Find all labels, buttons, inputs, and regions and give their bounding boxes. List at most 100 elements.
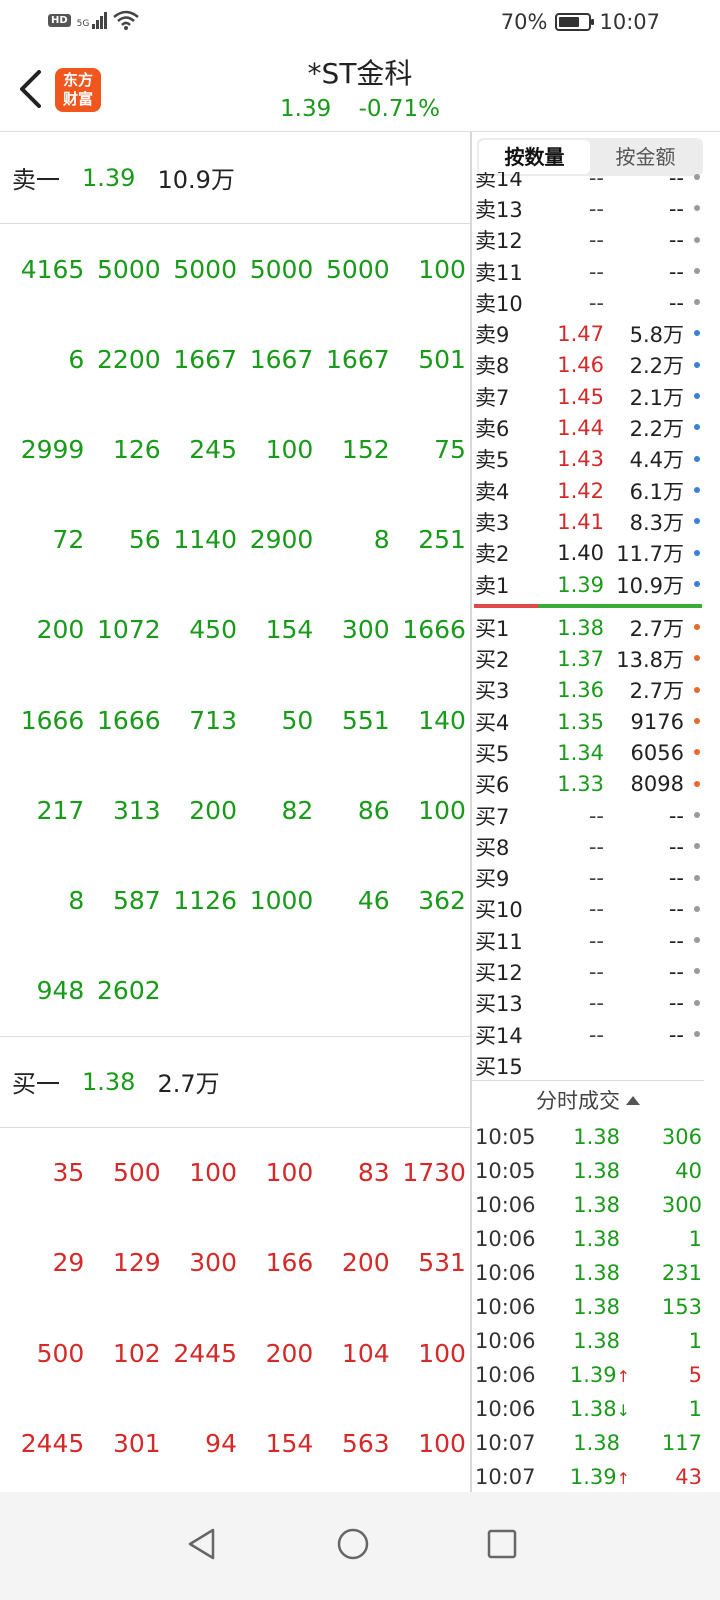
trade-price: 1.38 <box>573 1193 620 1217</box>
trade-row: 10:06 1.38↓ 1 <box>472 1392 704 1426</box>
trades-header[interactable]: 分时成交 <box>472 1080 704 1120</box>
order-qty: 140 <box>418 705 466 735</box>
trade-price-cell: 1.38 <box>542 1329 630 1353</box>
trade-price-cell: 1.39↑ <box>542 1465 630 1489</box>
level-price: -- <box>588 991 604 1016</box>
level-volume: 13.8万 <box>616 648 684 673</box>
order-qty: 100 <box>189 1158 237 1188</box>
level-dot-icon <box>694 549 700 556</box>
bid-row: 买15 <box>472 1050 704 1080</box>
order-qty: 1730 <box>402 1158 466 1188</box>
order-qty: 100 <box>418 795 466 825</box>
ask-row: 卖10 -- -- <box>472 287 704 318</box>
level-label: 卖13 <box>475 197 523 222</box>
level-label: 买13 <box>475 992 523 1017</box>
stock-header: 东方 财富 *ST金科 1.39 -0.71% <box>0 46 720 132</box>
nav-recents-button[interactable] <box>472 1514 532 1574</box>
ask-order-list: 4165 5000 5000 5000 5000 100 6 2200 1667 1667 1667… <box>0 224 470 1036</box>
level-dot-icon <box>694 655 700 662</box>
trade-volume: 43 <box>675 1465 702 1489</box>
recents-square-icon <box>487 1529 517 1559</box>
order-qty: 200 <box>341 1248 390 1278</box>
order-qty: 1072 <box>97 615 161 645</box>
order-book[interactable]: 卖14 -- -- 卖13 -- -- 卖12 -- -- 卖11 -- -- 卖10 -- -- 卖9 1.4… <box>472 172 704 1080</box>
stock-name: *ST金科 <box>307 57 413 90</box>
ask-level-price: 1.39 <box>82 163 136 192</box>
order-queue-panel[interactable]: 卖一 1.39 10.9万 4165 5000 5000 5000 5000 100 6 22… <box>0 132 470 1492</box>
order-line: 29 129 300 166 200 531 <box>8 1218 466 1308</box>
order-qty: 450 <box>189 615 237 645</box>
tab-by-amount[interactable]: 按金额 <box>590 140 701 174</box>
ask-row: 卖8 1.46 2.2万 <box>472 350 704 381</box>
level-price: -- <box>588 834 604 859</box>
trade-price-cell: 1.38 <box>542 1295 630 1319</box>
battery-icon <box>555 13 595 31</box>
level-label: 买4 <box>475 710 510 735</box>
stock-quote: 1.39 -0.71% <box>0 96 720 122</box>
trade-list[interactable]: 10:05 1.38 306 10:05 1.38 40 10:06 1.38 300 10:06… <box>472 1120 704 1492</box>
trade-row: 10:07 1.38 117 <box>472 1426 704 1460</box>
bid-row: 买7 -- -- <box>472 800 704 831</box>
order-qty: 5000 <box>97 254 161 284</box>
nav-back-button[interactable] <box>172 1514 232 1574</box>
level-price: 1.41 <box>557 509 604 534</box>
level-volume: -- <box>668 866 684 891</box>
level-volume: 9176 <box>630 709 684 734</box>
bid-row: 买6 1.33 8098 <box>472 769 704 800</box>
level-label: 卖6 <box>475 417 510 442</box>
level-dot-icon <box>694 874 700 881</box>
bid-row: 买5 1.34 6056 <box>472 737 704 768</box>
level-price: 1.39 <box>557 572 604 597</box>
level-label: 卖5 <box>475 448 510 473</box>
order-qty: 500 <box>36 1338 85 1368</box>
order-qty: 154 <box>265 1428 314 1458</box>
wifi-icon <box>113 10 140 30</box>
order-qty: 713 <box>189 705 237 735</box>
order-qty: 1667 <box>173 344 237 374</box>
level-dot-icon <box>694 999 700 1006</box>
level-price: 1.34 <box>557 740 604 765</box>
trade-volume: 40 <box>675 1159 702 1183</box>
trade-price-cell: 1.38 <box>542 1261 630 1285</box>
nav-home-button[interactable] <box>323 1514 383 1574</box>
trade-row: 10:06 1.38 1 <box>472 1222 704 1256</box>
system-nav-bar <box>0 1492 720 1600</box>
order-qty: 5000 <box>173 254 237 284</box>
level-volume: -- <box>668 834 684 859</box>
home-circle-icon <box>337 1528 369 1560</box>
level-volume: 10.9万 <box>616 573 684 598</box>
level-volume: -- <box>668 991 684 1016</box>
trade-time: 10:07 <box>475 1465 536 1489</box>
order-qty: 300 <box>341 615 390 645</box>
battery-percent: 70% <box>500 10 548 34</box>
bid-row: 买11 -- -- <box>472 925 704 956</box>
level-price: -- <box>588 259 604 284</box>
order-qty: 56 <box>128 525 161 555</box>
order-qty: 100 <box>265 1158 314 1188</box>
trade-time: 10:07 <box>475 1431 536 1455</box>
trade-time: 10:06 <box>475 1397 536 1421</box>
order-qty: 217 <box>36 795 85 825</box>
ask-level-volume: 10.9万 <box>157 166 235 194</box>
ask-row: 卖1 1.39 10.9万 <box>472 569 704 600</box>
network-type: 5G <box>76 18 90 29</box>
trade-time: 10:05 <box>475 1159 536 1183</box>
level-volume: -- <box>668 290 684 315</box>
tab-by-quantity[interactable]: 按数量 <box>479 140 590 174</box>
level-volume: -- <box>668 172 684 190</box>
level-label: 买12 <box>475 961 523 986</box>
level-dot-icon <box>694 486 700 493</box>
trade-volume: 1 <box>688 1227 702 1251</box>
level-price: 1.46 <box>557 353 604 378</box>
level-dot-icon <box>694 843 700 850</box>
order-qty: 82 <box>281 795 314 825</box>
order-qty: 1666 <box>97 705 161 735</box>
bid-row: 买1 1.38 2.7万 <box>472 612 704 643</box>
level-label: 买11 <box>475 929 523 954</box>
bid-row: 买13 -- -- <box>472 988 704 1019</box>
level-label: 买3 <box>475 679 510 704</box>
level-dot-icon <box>694 330 700 337</box>
ask-row: 卖2 1.40 11.7万 <box>472 538 704 569</box>
ask-level-label: 卖一 <box>12 166 60 194</box>
order-qty: 8 <box>373 525 390 555</box>
